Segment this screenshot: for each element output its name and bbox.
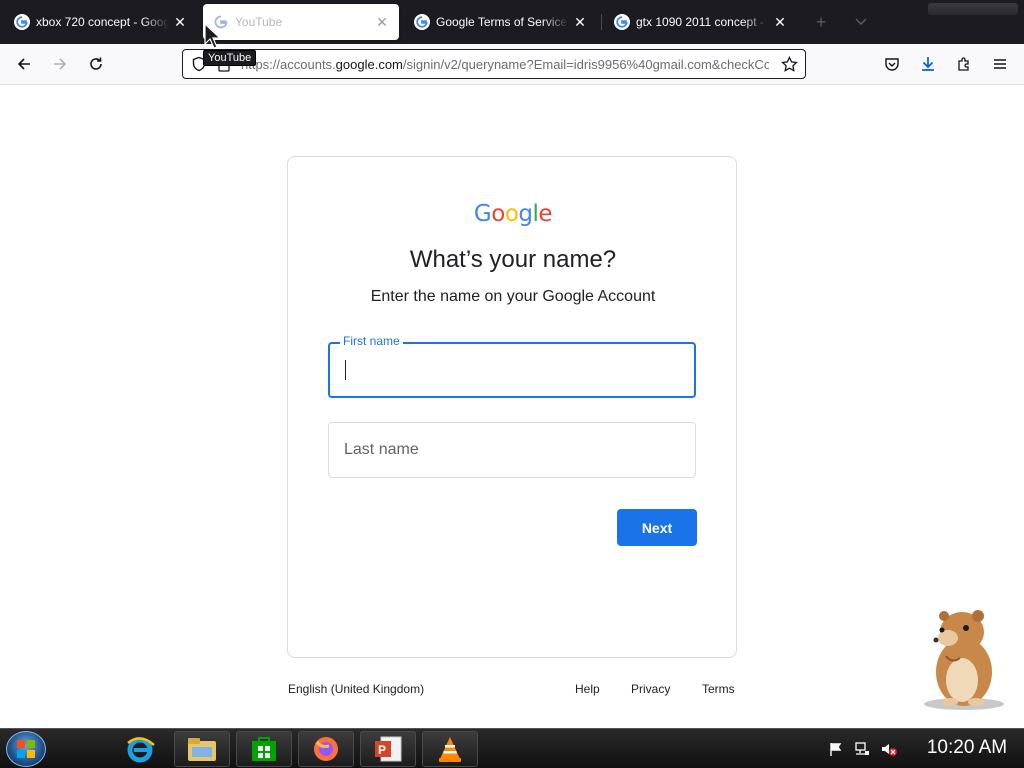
bookmark-star-icon[interactable] — [781, 56, 798, 73]
powerpoint-icon: P — [375, 736, 402, 762]
first-name-input[interactable] — [330, 344, 694, 396]
logo-letter: G — [473, 201, 492, 227]
forward-arrow-icon — [54, 58, 67, 70]
logo-letter: o — [504, 201, 519, 227]
downloads-button[interactable] — [914, 50, 942, 78]
next-button[interactable]: Next — [617, 509, 697, 546]
taskbar-firefox[interactable] — [298, 731, 354, 767]
logo-letter: e — [538, 201, 553, 227]
tab-title: YouTube — [235, 15, 283, 29]
url-path: /signin/v2/queryname?Email=idris9956%40g… — [402, 57, 769, 72]
first-name-field[interactable]: First name — [328, 334, 696, 398]
google-g-icon — [614, 14, 630, 30]
taskbar-vlc[interactable] — [422, 731, 478, 767]
back-button[interactable] — [10, 50, 38, 78]
taskbar-internet-explorer[interactable] — [112, 731, 168, 767]
tab-google-terms[interactable]: Google Terms of Service – Priv ✕ — [404, 4, 597, 40]
pocket-icon — [885, 58, 899, 71]
page-title: What’s your name? — [409, 246, 617, 273]
internet-explorer-icon — [127, 737, 155, 763]
logo-letter: g — [518, 201, 533, 227]
network-icon[interactable] — [854, 741, 870, 757]
navigation-toolbar: https://accounts.google.com/signin/v2/qu… — [0, 44, 1024, 85]
close-icon[interactable]: ✕ — [771, 13, 789, 31]
system-tray — [820, 731, 910, 767]
page-subtitle: Enter the name on your Google Account — [370, 288, 656, 305]
tab-separator — [601, 14, 602, 30]
signin-card: Google What’s your name? Enter the name … — [287, 156, 737, 658]
windows-logo-icon — [17, 740, 35, 758]
volume-muted-icon[interactable] — [880, 741, 898, 757]
action-center-flag-icon[interactable] — [828, 741, 844, 757]
tab-tooltip: YouTube — [203, 50, 257, 66]
reload-button[interactable] — [82, 50, 110, 78]
vlc-icon — [439, 737, 461, 762]
url-domain: google.com — [335, 57, 403, 72]
extensions-button[interactable] — [950, 50, 978, 78]
firefox-icon — [314, 737, 338, 761]
start-button[interactable] — [6, 731, 46, 767]
tab-title: xbox 720 concept - Google Se — [36, 15, 169, 29]
google-g-icon — [414, 14, 430, 30]
taskbar-powerpoint[interactable]: P — [360, 731, 416, 767]
language-selector[interactable]: English (United Kingdom) — [288, 682, 424, 696]
store-icon — [252, 737, 276, 761]
windows-taskbar: P 10:20 AM — [0, 728, 1024, 768]
hamburger-menu-icon — [994, 59, 1006, 69]
last-name-input[interactable] — [329, 423, 695, 477]
taskbar-store[interactable] — [236, 731, 292, 767]
window-controls — [928, 3, 1018, 15]
url-bar[interactable]: https://accounts.google.com/signin/v2/qu… — [182, 49, 806, 79]
tab-strip: xbox 720 concept - Google Se ✕ YouTube ✕… — [0, 0, 1024, 44]
close-icon[interactable]: ✕ — [571, 13, 589, 31]
google-logo: Google — [288, 201, 738, 227]
svg-text:P: P — [378, 743, 386, 757]
app-menu-button[interactable] — [986, 50, 1014, 78]
language-label: English (United Kingdom) — [288, 682, 425, 696]
pocket-button[interactable] — [878, 50, 906, 78]
forward-button[interactable] — [46, 50, 74, 78]
download-arrow-icon — [922, 57, 934, 71]
text-caret — [345, 360, 346, 380]
privacy-link[interactable]: Privacy — [631, 682, 670, 696]
file-explorer-icon — [188, 738, 216, 761]
logo-letter: o — [491, 201, 505, 227]
last-name-field[interactable] — [328, 422, 696, 478]
terms-link[interactable]: Terms — [702, 682, 735, 696]
mouse-cursor-icon — [204, 22, 222, 49]
puzzle-piece-icon — [958, 57, 969, 71]
list-all-tabs-chevron-icon[interactable] — [850, 11, 872, 33]
close-icon[interactable]: ✕ — [171, 13, 189, 31]
google-g-icon — [14, 14, 30, 30]
tab-xbox-concept[interactable]: xbox 720 concept - Google Se ✕ — [4, 4, 197, 40]
tab-gtx-concept[interactable]: gtx 1090 2011 concept - Goog ✕ — [604, 4, 797, 40]
taskbar-file-explorer[interactable] — [174, 731, 230, 767]
back-arrow-icon — [17, 58, 30, 70]
close-icon[interactable]: ✕ — [373, 13, 391, 31]
tab-title: Google Terms of Service – Priv — [436, 15, 569, 29]
tab-title: gtx 1090 2011 concept - Goog — [636, 15, 769, 29]
url-text[interactable]: https://accounts.google.com/signin/v2/qu… — [241, 57, 769, 72]
help-link[interactable]: Help — [575, 682, 600, 696]
tab-youtube[interactable]: YouTube ✕ — [203, 4, 399, 40]
hamster-desktop-pet[interactable] — [918, 604, 1010, 712]
new-tab-plus-icon[interactable]: + — [810, 11, 832, 33]
reload-icon — [90, 57, 102, 70]
page-footer: English (United Kingdom) Help Privacy Te… — [288, 680, 737, 700]
taskbar-clock[interactable]: 10:20 AM — [912, 737, 1022, 759]
